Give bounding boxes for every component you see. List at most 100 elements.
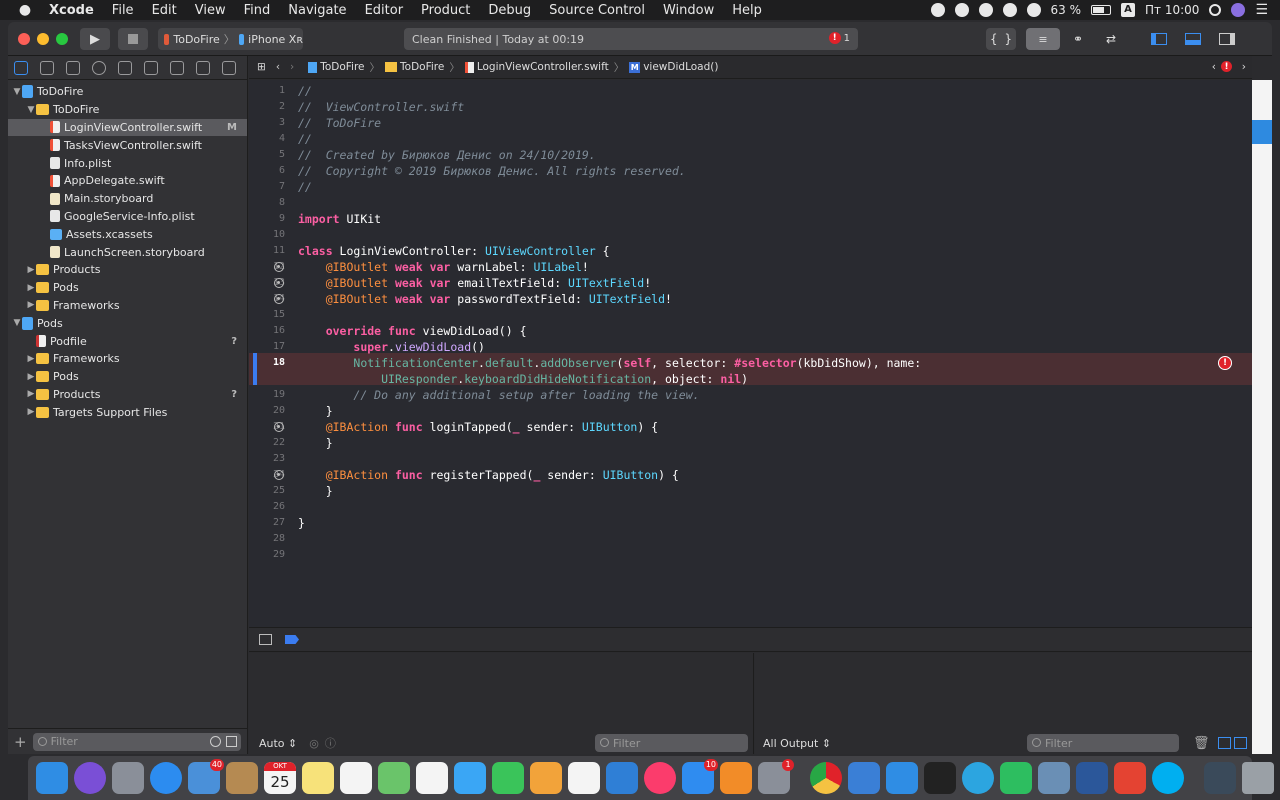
navigator-item[interactable]: ▼ Pods	[8, 314, 247, 332]
line-number[interactable]: 23	[249, 451, 285, 467]
outlet-connection-icon[interactable]	[274, 278, 284, 288]
facetime-icon[interactable]	[492, 762, 524, 794]
airplay-icon[interactable]	[1002, 3, 1017, 17]
split-left-icon[interactable]	[1218, 737, 1231, 749]
stop-button[interactable]	[118, 28, 148, 50]
code-line[interactable]: 2 // ViewController.swift	[249, 99, 1252, 115]
breadcrumb-group[interactable]: ToDoFire	[385, 61, 444, 73]
navigator-item[interactable]: ▼ ToDoFire	[8, 101, 247, 119]
navigator-item[interactable]: ▶ Pods	[8, 279, 247, 297]
numbers-icon[interactable]	[568, 762, 600, 794]
menu-help[interactable]: Help	[723, 3, 771, 18]
back-icon[interactable]: ‹	[276, 61, 280, 73]
report-icon[interactable]	[222, 60, 236, 75]
test-icon[interactable]	[144, 60, 158, 75]
navigator-item[interactable]: ▶ Targets Support Files	[8, 403, 247, 421]
outlet-connection-icon[interactable]	[274, 294, 284, 304]
code-line[interactable]: 7 //	[249, 179, 1252, 195]
version-editor-button[interactable]: ⇄	[1096, 28, 1126, 50]
menu-editor[interactable]: Editor	[356, 3, 412, 18]
xcode-alt-icon[interactable]	[848, 762, 880, 794]
siri-icon[interactable]	[1231, 3, 1246, 17]
code-line[interactable]: 10	[249, 227, 1252, 243]
disclosure-closed-icon[interactable]: ▶	[26, 300, 36, 310]
notification-center-icon[interactable]: ☰	[1255, 2, 1268, 18]
navigator-item[interactable]: ▶ Products?	[8, 386, 247, 404]
chrome-icon[interactable]	[810, 762, 842, 794]
line-number[interactable]: 7	[249, 179, 285, 195]
line-number[interactable]: 11	[249, 243, 285, 259]
menu-debug[interactable]: Debug	[479, 3, 540, 18]
evernote-icon[interactable]	[1000, 762, 1032, 794]
clock[interactable]: Пт 10:00	[1145, 3, 1199, 17]
line-number[interactable]: 28	[249, 531, 285, 547]
menu-source-control[interactable]: Source Control	[540, 3, 654, 18]
disclosure-closed-icon[interactable]: ▶	[26, 354, 36, 364]
line-number[interactable]: 20	[249, 403, 285, 419]
code-line[interactable]: 16 override func viewDidLoad() {	[249, 323, 1252, 339]
downloads-stack-icon[interactable]	[1204, 762, 1236, 794]
disclosure-open-icon[interactable]: ▼	[26, 105, 36, 115]
code-line[interactable]: 13 @IBOutlet weak var emailTextField: UI…	[249, 275, 1252, 291]
scm-filter-icon[interactable]	[225, 735, 237, 747]
line-number[interactable]: 18	[249, 355, 285, 371]
folder-icon[interactable]	[14, 60, 28, 75]
breadcrumb-symbol[interactable]: M viewDidLoad()	[629, 61, 718, 73]
line-number[interactable]: 17	[249, 339, 285, 355]
breakpoints-toggle-icon[interactable]	[285, 635, 299, 644]
books-icon[interactable]	[720, 762, 752, 794]
contacts-icon[interactable]	[226, 762, 258, 794]
telegram-icon[interactable]	[962, 762, 994, 794]
navigator-item[interactable]: Assets.xcassets	[8, 225, 247, 243]
code-line[interactable]: UIResponder.keyboardDidHideNotification,…	[249, 371, 1252, 387]
code-line[interactable]: 24 @IBAction func registerTapped(_ sende…	[249, 467, 1252, 483]
line-number[interactable]: 10	[249, 227, 285, 243]
line-number[interactable]: 4	[249, 131, 285, 147]
menu-product[interactable]: Product	[412, 3, 479, 18]
app-store-icon[interactable]: 10	[682, 759, 718, 794]
variables-mode-select[interactable]: Auto ⇕	[259, 737, 297, 750]
minimize-window-button[interactable]	[37, 33, 49, 45]
code-line[interactable]: 11 class LoginViewController: UIViewContr…	[249, 243, 1252, 259]
line-number[interactable]: 1	[249, 83, 285, 99]
siri-icon[interactable]	[74, 762, 106, 794]
code-line[interactable]: 18 NotificationCenter.default.addObserve…	[249, 355, 1252, 371]
hide-debug-area-icon[interactable]	[259, 634, 272, 645]
breakpoint-icon[interactable]	[196, 60, 210, 75]
outlet-connection-icon[interactable]	[274, 470, 284, 480]
app-menu[interactable]: Xcode	[40, 3, 103, 18]
forward-icon[interactable]: ›	[290, 61, 294, 73]
previous-issue-icon[interactable]: ‹	[1212, 61, 1216, 73]
navigator-item[interactable]: ▶ Pods	[8, 368, 247, 386]
code-line[interactable]: 8	[249, 195, 1252, 211]
code-line[interactable]: 14 @IBOutlet weak var passwordTextField:…	[249, 291, 1252, 307]
debug-icon[interactable]	[170, 60, 184, 75]
word-icon[interactable]	[1076, 762, 1108, 794]
disclosure-closed-icon[interactable]: ▶	[26, 407, 36, 417]
maps-icon[interactable]	[378, 762, 410, 794]
source-control-icon[interactable]	[40, 60, 54, 75]
navigator-filter-input[interactable]: Filter	[32, 732, 241, 751]
toggle-inspector-button[interactable]	[1214, 28, 1240, 50]
code-line[interactable]: 4 //	[249, 131, 1252, 147]
disclosure-open-icon[interactable]: ▼	[12, 87, 22, 97]
code-line[interactable]: 15	[249, 307, 1252, 323]
info-icon[interactable]: ⓘ	[325, 735, 336, 751]
related-items-icon[interactable]: ⊞	[257, 61, 266, 73]
navigator-item[interactable]: Info.plist	[8, 154, 247, 172]
code-line[interactable]: 5 // Created by Бирюков Денис on 24/10/20…	[249, 147, 1252, 163]
line-number[interactable]: 5	[249, 147, 285, 163]
skype-icon[interactable]	[1152, 762, 1184, 794]
music-icon[interactable]	[644, 762, 676, 794]
navigator-item[interactable]: ▶ Frameworks	[8, 297, 247, 315]
notes-icon[interactable]	[302, 762, 334, 794]
breadcrumb-file[interactable]: LoginViewController.swift	[464, 61, 609, 73]
add-file-button[interactable]: +	[14, 733, 27, 751]
assistant-editor-button[interactable]: ⚭	[1064, 28, 1092, 50]
code-line[interactable]: 20 }	[249, 403, 1252, 419]
apple-menu-icon[interactable]: ●	[10, 2, 40, 18]
breadcrumb-project[interactable]: ToDoFire	[308, 61, 365, 73]
spotlight-icon[interactable]	[1209, 4, 1222, 16]
disclosure-closed-icon[interactable]: ▶	[26, 265, 36, 275]
code-line[interactable]: 3 // ToDoFire	[249, 115, 1252, 131]
